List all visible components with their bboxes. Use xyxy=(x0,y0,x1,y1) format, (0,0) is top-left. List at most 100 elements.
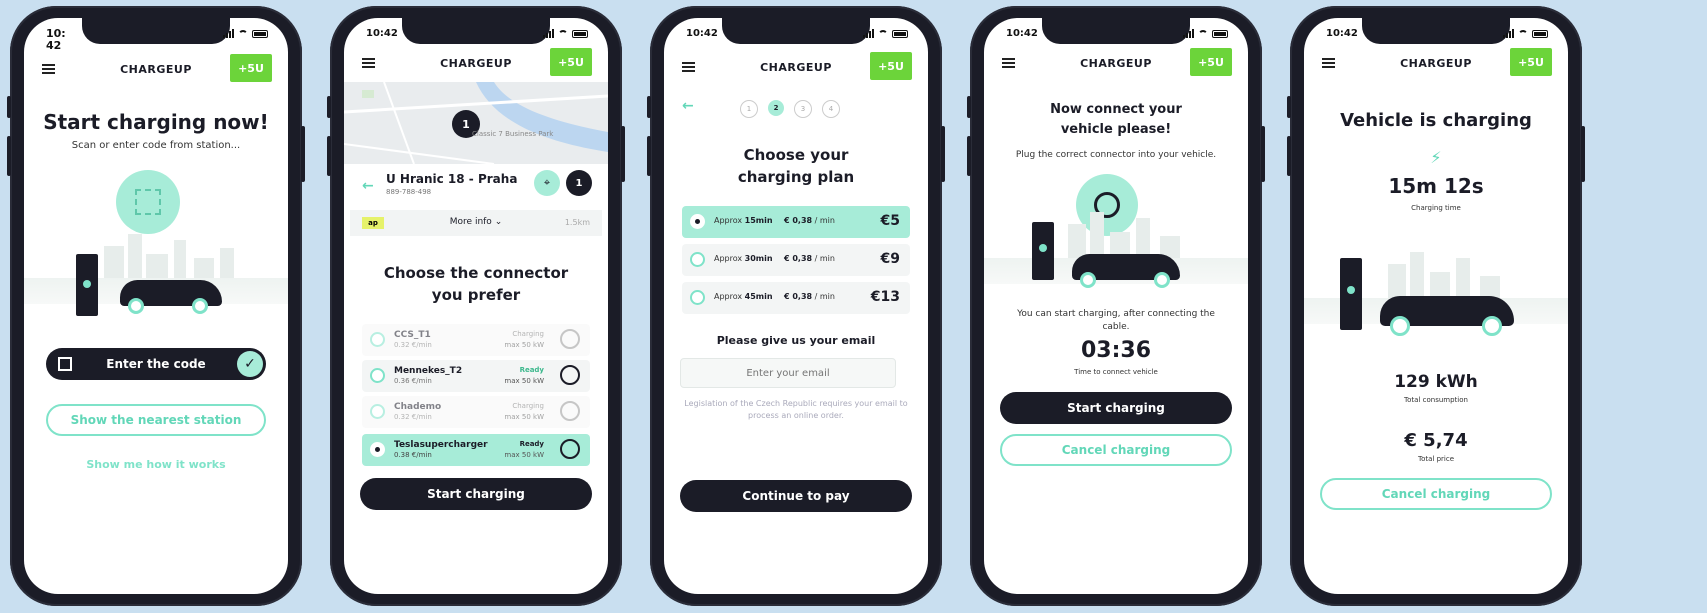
tesla-plug-icon xyxy=(560,439,580,459)
check-icon: ✓ xyxy=(237,351,263,377)
station-phone: 889-788-498 xyxy=(386,188,432,196)
screen-charging: 10:42 CHARGEUP +5U Vehicle is charging ⚡… xyxy=(1304,18,1568,594)
back-arrow-icon[interactable]: ← xyxy=(682,98,694,114)
signal-icon xyxy=(543,29,554,38)
menu-icon[interactable] xyxy=(1002,58,1015,68)
status-time: 10:42 xyxy=(686,28,718,39)
cancel-charging-button[interactable]: Cancel charging xyxy=(1320,478,1552,510)
ccs-plug-icon xyxy=(560,329,580,349)
plan-row-15[interactable]: Approx 15min € 0,38 / min €5 xyxy=(682,206,910,238)
start-charging-button[interactable]: Start charging xyxy=(360,478,592,510)
connector-row-chademo[interactable]: Chademo 0.32 €/min Charging max 50 kW xyxy=(362,396,590,428)
credit-badge[interactable]: +5U xyxy=(230,54,272,82)
charging-station-icon xyxy=(1340,258,1362,330)
stepper: 1 2 3 4 xyxy=(740,100,840,118)
plan-row-45[interactable]: Approx 45min € 0,38 / min €13 xyxy=(682,282,910,314)
station-name: U Hranic 18 - Praha xyxy=(386,172,518,186)
back-arrow-icon[interactable]: ← xyxy=(362,178,374,194)
phone-4: 10:42 CHARGEUP +5U Now connect your vehic… xyxy=(967,6,1265,606)
credit-badge[interactable]: +5U xyxy=(870,52,912,80)
menu-icon[interactable] xyxy=(1322,58,1335,68)
status-icons xyxy=(863,29,908,38)
plan-row-30[interactable]: Approx 30min € 0,38 / min €9 xyxy=(682,244,910,276)
wifi-icon xyxy=(1198,29,1208,38)
phone-2: 10:42 CHARGEUP +5U 1 Classic 7 Business … xyxy=(327,6,625,606)
logo: CHARGEUP xyxy=(1400,57,1472,70)
battery-icon xyxy=(572,29,588,38)
wifi-icon xyxy=(558,29,568,38)
nearest-station-button[interactable]: Show the nearest station xyxy=(46,404,266,436)
page-subtitle: Plug the correct connector into your veh… xyxy=(1015,150,1217,160)
page-title: Choose the connector you prefer xyxy=(383,264,569,304)
menu-icon[interactable] xyxy=(682,62,695,72)
battery-icon xyxy=(1532,29,1548,38)
screen-connector: 10:42 CHARGEUP +5U 1 Classic 7 Business … xyxy=(344,18,608,594)
enter-code-label: Enter the code xyxy=(106,357,206,371)
logo: CHARGEUP xyxy=(760,61,832,74)
connector-row-ccs[interactable]: CCS_T1 0.32 €/min Charging max 50 kW xyxy=(362,324,590,356)
continue-to-pay-button[interactable]: Continue to pay xyxy=(680,480,912,512)
credit-badge[interactable]: +5U xyxy=(1510,48,1552,76)
step-3[interactable]: 3 xyxy=(794,100,812,118)
cancel-charging-button[interactable]: Cancel charging xyxy=(1000,434,1232,466)
wifi-icon xyxy=(878,29,888,38)
email-input[interactable] xyxy=(680,358,896,388)
charging-time-value: 15m 12s xyxy=(1388,174,1484,198)
how-it-works-link[interactable]: Show me how it works xyxy=(24,458,288,471)
status-icons xyxy=(223,29,268,38)
info-bar: ap More info ⌄ 1.5km xyxy=(350,210,602,236)
chademo-plug-icon xyxy=(560,401,580,421)
battery-icon xyxy=(1212,29,1228,38)
price-label: Total price xyxy=(1418,455,1454,463)
logo: CHARGEUP xyxy=(440,57,512,70)
status-icons xyxy=(1503,29,1548,38)
route-icon[interactable]: ⌖ xyxy=(534,170,560,196)
enter-code-button[interactable]: Enter the code ✓ xyxy=(46,348,266,380)
mennekes-plug-icon xyxy=(560,365,580,385)
connect-timer: 03:36 xyxy=(1080,338,1152,363)
page-title: Now connect your vehicle please! xyxy=(1050,102,1182,137)
page-title: Choose your charging plan xyxy=(737,146,855,186)
status-time: 10:42 xyxy=(1326,28,1358,39)
connector-row-tesla[interactable]: Teslasupercharger 0.38 €/min Ready max 5… xyxy=(362,434,590,466)
signal-icon xyxy=(223,29,234,38)
phone-1: 10: 42 CHARGEUP +5U Start charging now! … xyxy=(7,6,305,606)
status-icons xyxy=(1183,29,1228,38)
price-value: € 5,74 xyxy=(1404,430,1468,451)
screen-start: 10: 42 CHARGEUP +5U Start charging now! … xyxy=(24,18,288,594)
map-label: Classic 7 Business Park xyxy=(472,130,554,138)
battery-icon xyxy=(252,29,268,38)
status-time: 10:42 xyxy=(366,28,398,39)
logo: CHARGEUP xyxy=(1080,57,1152,70)
page-subtitle: Scan or enter code from station... xyxy=(71,140,241,151)
status-time: 10: 42 xyxy=(46,27,66,52)
menu-icon[interactable] xyxy=(362,58,375,68)
lightning-icon: ⚡ xyxy=(1430,148,1442,167)
step-2[interactable]: 2 xyxy=(768,100,784,116)
map[interactable]: 1 Classic 7 Business Park xyxy=(344,82,608,164)
credit-badge[interactable]: +5U xyxy=(550,48,592,76)
credit-badge[interactable]: +5U xyxy=(1190,48,1232,76)
connector-row-mennekes[interactable]: Mennekes_T2 0.36 €/min Ready max 50 kW xyxy=(362,360,590,392)
screen-connect: 10:42 CHARGEUP +5U Now connect your vehic… xyxy=(984,18,1248,594)
step-4[interactable]: 4 xyxy=(822,100,840,118)
station-count-badge: 1 xyxy=(566,170,592,196)
menu-icon[interactable] xyxy=(42,64,55,74)
start-charging-button[interactable]: Start charging xyxy=(1000,392,1232,424)
consumption-value: 129 kWh xyxy=(1394,372,1478,392)
step-1[interactable]: 1 xyxy=(740,100,758,118)
consumption-label: Total consumption xyxy=(1404,396,1468,404)
timer-label: Time to connect vehicle xyxy=(1074,368,1158,376)
signal-icon xyxy=(1183,29,1194,38)
distance-label: 1.5km xyxy=(564,218,590,227)
signal-icon xyxy=(863,29,874,38)
signal-icon xyxy=(1503,29,1514,38)
charging-station-icon xyxy=(1032,222,1054,280)
phone-3: 10:42 CHARGEUP +5U ← 1 2 3 4 Choose your… xyxy=(647,6,945,606)
qr-icon xyxy=(58,357,72,371)
battery-icon xyxy=(892,29,908,38)
status-icons xyxy=(543,29,588,38)
qr-scan-icon[interactable] xyxy=(116,170,180,234)
charging-station-icon xyxy=(76,254,98,316)
page-title: Vehicle is charging xyxy=(1340,110,1532,131)
